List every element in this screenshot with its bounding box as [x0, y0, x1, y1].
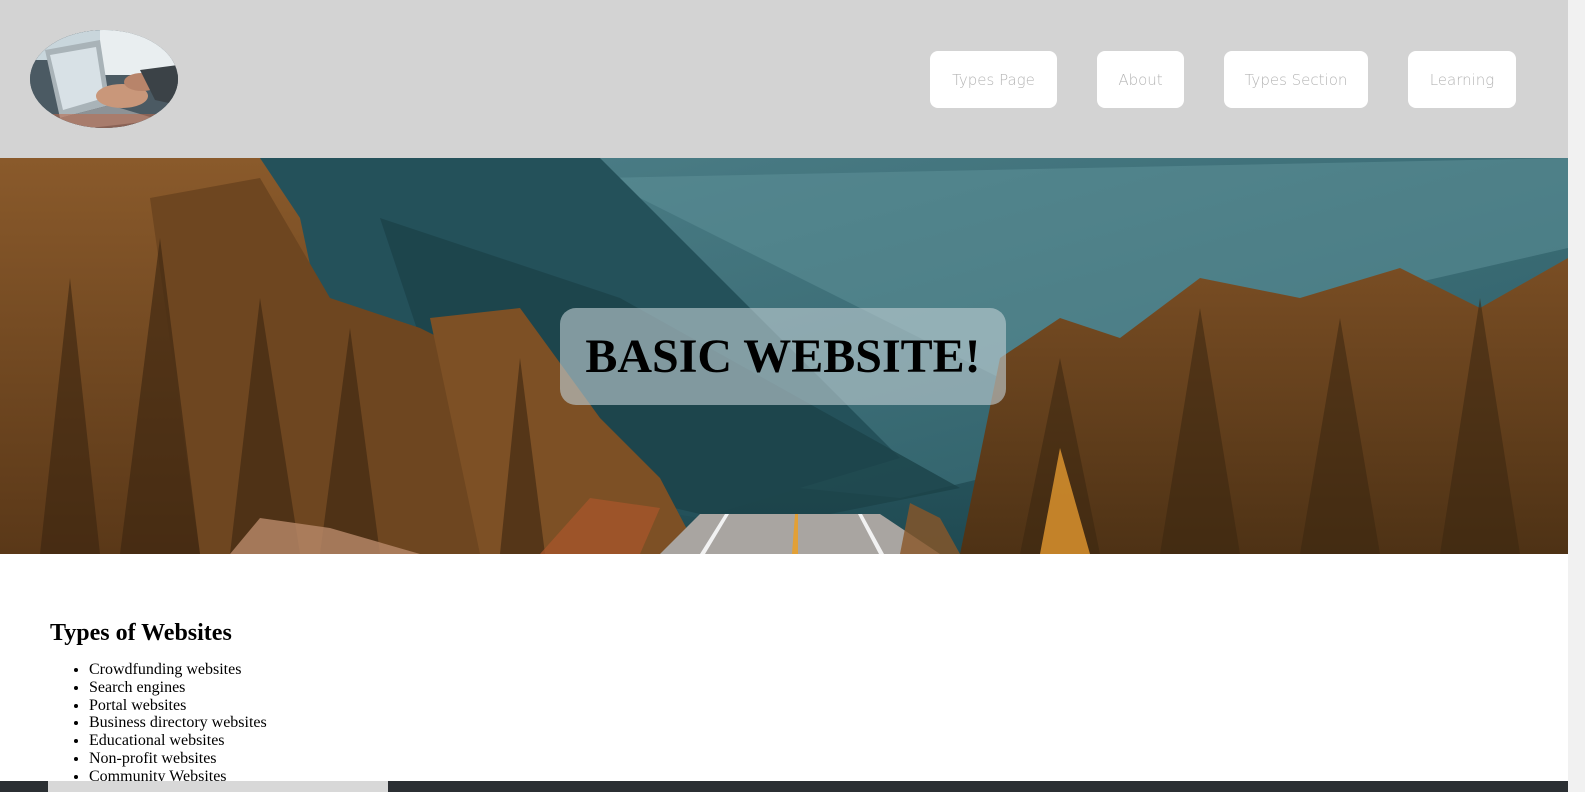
list-item: Search engines [89, 679, 750, 697]
laptop-typing-photo-icon [30, 30, 178, 128]
list-item: Educational websites [89, 732, 750, 750]
section-heading: Types of Websites [50, 620, 232, 646]
list-item: Business directory websites [89, 714, 750, 732]
taskbar-strip [0, 781, 1568, 792]
hero-banner: BASIC WEBSITE! [0, 158, 1568, 554]
nav-types-page-button[interactable]: Types Page [930, 51, 1057, 108]
nav-learning-button[interactable]: Learning [1408, 51, 1516, 108]
list-item: Crowdfunding websites [89, 661, 750, 679]
list-item: Non-profit websites [89, 750, 750, 768]
vertical-scrollbar[interactable] [1568, 0, 1585, 792]
taskbar-segment[interactable] [48, 781, 388, 792]
website-types-list: Crowdfunding websites Search engines Por… [50, 661, 750, 786]
nav-about-button[interactable]: About [1097, 51, 1184, 108]
logo-image[interactable] [30, 30, 178, 128]
nav-types-section-button[interactable]: Types Section [1224, 51, 1368, 108]
site-header: Types Page About Types Section Learning [0, 0, 1568, 158]
hero-title: BASIC WEBSITE! [585, 330, 981, 383]
hero-title-box: BASIC WEBSITE! [560, 308, 1006, 405]
main-content: Types of Websites Crowdfunding websites … [50, 620, 750, 786]
list-item: Portal websites [89, 697, 750, 715]
